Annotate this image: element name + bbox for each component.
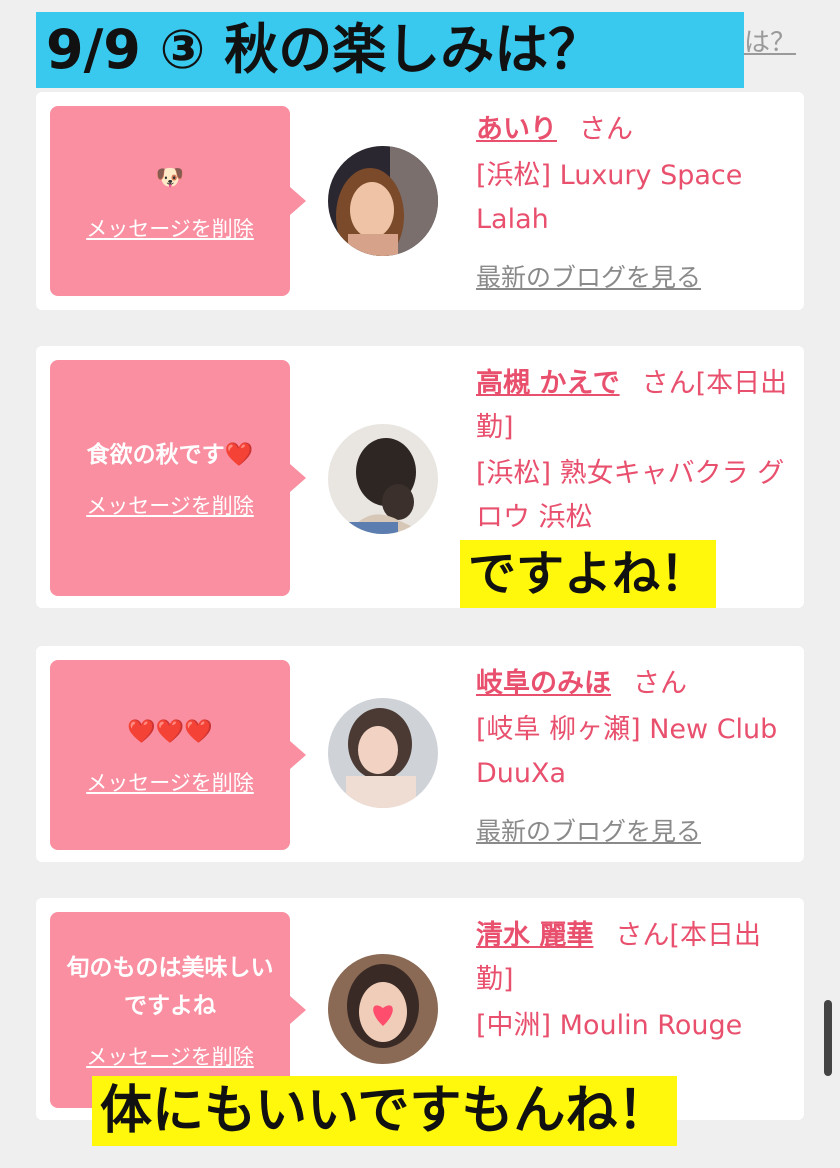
message-text: 🐶 bbox=[155, 165, 185, 191]
message-text: ❤️❤️❤️ bbox=[127, 719, 213, 745]
caption-top: ですよね！ bbox=[460, 540, 717, 608]
shop-name: [岐阜 柳ヶ瀬] New Club DuuXa bbox=[476, 714, 778, 789]
shop-name: [浜松] 熟女キャバクラ グロウ 浜松 bbox=[476, 458, 785, 533]
profile-name-link[interactable]: 岐阜のみほ bbox=[476, 668, 611, 699]
caption-bottom: 体にもいいですもんね！ bbox=[92, 1076, 678, 1146]
profile-name-link[interactable]: 高槻 かえで bbox=[476, 368, 620, 399]
avatar[interactable] bbox=[328, 146, 438, 256]
honorific: さん bbox=[579, 114, 633, 145]
message-text: 旬のものは美味しいですよね bbox=[66, 955, 274, 1019]
background-text: は？ bbox=[744, 28, 797, 58]
avatar[interactable] bbox=[328, 424, 438, 534]
delete-message-link[interactable]: メッセージを削除 bbox=[86, 213, 254, 243]
profile-name-link[interactable]: あいり bbox=[476, 114, 557, 145]
latest-blog-link[interactable]: 最新のブログを見る bbox=[476, 256, 790, 300]
delete-message-link[interactable]: メッセージを削除 bbox=[86, 1041, 254, 1071]
delete-message-link[interactable]: メッセージを削除 bbox=[86, 490, 254, 520]
honorific: さん bbox=[633, 668, 687, 699]
message-bubble: 食欲の秋です❤️ メッセージを削除 bbox=[50, 360, 306, 596]
title-banner: 9/9 ③ 秋の楽しみは？ bbox=[36, 12, 744, 88]
avatar[interactable] bbox=[328, 698, 438, 808]
avatar[interactable] bbox=[328, 954, 438, 1064]
scrollbar-thumb[interactable] bbox=[824, 1000, 832, 1076]
shop-name: [中洲] Moulin Rouge bbox=[476, 1010, 743, 1041]
avatar-photo bbox=[328, 146, 438, 256]
message-card: 🐶 メッセージを削除 あいり さん [浜松] Luxury Space Lalah… bbox=[36, 92, 804, 310]
profile-info: あいり さん [浜松] Luxury Space Lalah 最新のブログを見る bbox=[476, 108, 790, 300]
message-bubble: ❤️❤️❤️ メッセージを削除 bbox=[50, 660, 306, 850]
message-bubble: 🐶 メッセージを削除 bbox=[50, 106, 306, 296]
shop-name: [浜松] Luxury Space Lalah bbox=[476, 160, 743, 235]
avatar-photo bbox=[328, 424, 438, 534]
message-card: ❤️❤️❤️ メッセージを削除 岐阜のみほ さん [岐阜 柳ヶ瀬] New Clu… bbox=[36, 646, 804, 862]
delete-message-link[interactable]: メッセージを削除 bbox=[86, 767, 254, 797]
avatar-photo bbox=[328, 954, 438, 1064]
profile-info: 清水 麗華 さん[本日出勤] [中洲] Moulin Rouge bbox=[476, 914, 790, 1048]
profile-name-link[interactable]: 清水 麗華 bbox=[476, 920, 593, 951]
avatar-photo bbox=[328, 698, 438, 808]
profile-info: 岐阜のみほ さん [岐阜 柳ヶ瀬] New Club DuuXa 最新のブログを見… bbox=[476, 662, 790, 854]
message-text: 食欲の秋です❤️ bbox=[86, 442, 254, 468]
profile-info: 高槻 かえで さん[本日出勤] [浜松] 熟女キャバクラ グロウ 浜松 bbox=[476, 362, 790, 540]
latest-blog-link[interactable]: 最新のブログを見る bbox=[476, 810, 790, 854]
